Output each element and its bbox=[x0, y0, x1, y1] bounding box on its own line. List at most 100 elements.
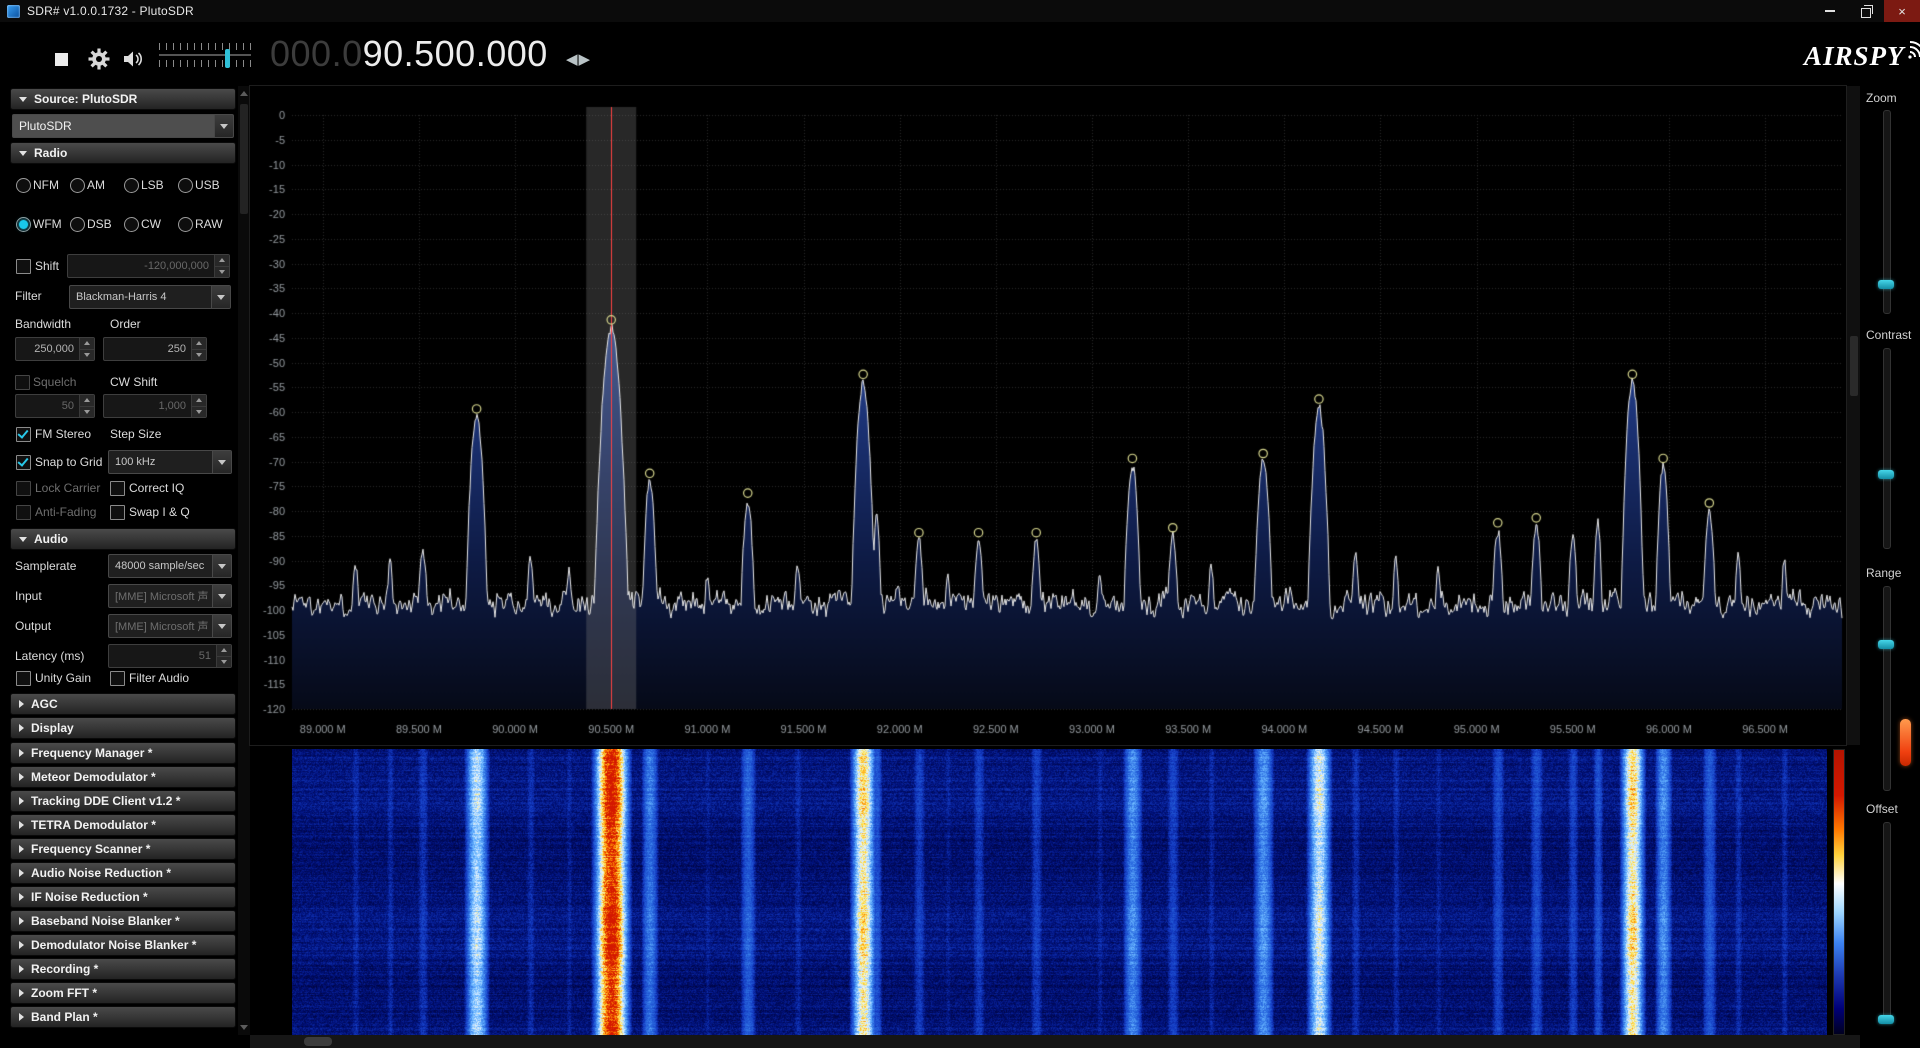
chevron-down-icon bbox=[211, 286, 230, 308]
spinner-buttons[interactable] bbox=[191, 338, 206, 360]
section-label: IF Noise Reduction * bbox=[31, 890, 148, 904]
filter-audio-checkbox[interactable] bbox=[110, 671, 125, 686]
mode-radio-cw[interactable] bbox=[124, 217, 139, 232]
section-demodulator-noise-blanker[interactable]: Demodulator Noise Blanker * bbox=[10, 934, 236, 956]
section-meteor-demodulator[interactable]: Meteor Demodulator * bbox=[10, 766, 236, 788]
squelch-input[interactable]: 50 bbox=[15, 394, 95, 418]
contrast-slider-thumb[interactable] bbox=[1878, 470, 1894, 479]
section-display[interactable]: Display bbox=[10, 717, 236, 739]
shift-checkbox[interactable] bbox=[16, 259, 31, 274]
mode-radio-dsb[interactable] bbox=[70, 217, 85, 232]
snap-to-grid-checkbox[interactable] bbox=[16, 455, 31, 470]
zoom-slider[interactable] bbox=[1883, 110, 1891, 314]
unity-gain-checkbox[interactable] bbox=[16, 671, 31, 686]
mode-radio-raw[interactable] bbox=[178, 217, 193, 232]
restore-button[interactable] bbox=[1848, 0, 1884, 22]
range-slider[interactable] bbox=[1883, 586, 1891, 791]
frequency-display[interactable]: 000.090.500.000 bbox=[270, 34, 548, 74]
mode-radio-wfm[interactable] bbox=[16, 217, 31, 232]
bandwidth-input[interactable]: 250,000 bbox=[15, 337, 95, 361]
step-size-select[interactable]: 100 kHz bbox=[108, 450, 232, 474]
offset-slider[interactable] bbox=[1883, 822, 1891, 1024]
section-baseband-noise-blanker[interactable]: Baseband Noise Blanker * bbox=[10, 910, 236, 932]
snap-to-grid-label: Snap to Grid bbox=[35, 456, 102, 469]
audio-mute-button[interactable] bbox=[123, 50, 145, 71]
squelch-checkbox[interactable] bbox=[15, 375, 30, 390]
order-input[interactable]: 250 bbox=[103, 337, 207, 361]
spinner-buttons[interactable] bbox=[216, 645, 231, 667]
section-label: Frequency Scanner * bbox=[31, 842, 150, 856]
lock-carrier-checkbox[interactable] bbox=[16, 481, 31, 496]
anti-fading-checkbox[interactable] bbox=[16, 505, 31, 520]
spinner-buttons[interactable] bbox=[214, 255, 229, 277]
expand-arrow-icon bbox=[19, 893, 24, 901]
filter-select[interactable]: Blackman-Harris 4 bbox=[69, 285, 231, 309]
cw-shift-input[interactable]: 1,000 bbox=[103, 394, 207, 418]
shift-label: Shift bbox=[35, 260, 59, 273]
spectrum-scrollbar[interactable] bbox=[1846, 86, 1861, 745]
spinner-buttons[interactable] bbox=[191, 395, 206, 417]
mode-radio-lsb[interactable] bbox=[124, 178, 139, 193]
audio-input-select[interactable]: [MME] Microsoft 声 bbox=[108, 584, 232, 608]
swap-iq-checkbox[interactable] bbox=[110, 505, 125, 520]
section-band-plan[interactable]: Band Plan * bbox=[10, 1006, 236, 1028]
range-slider-thumb[interactable] bbox=[1878, 640, 1894, 649]
sidebar-scrollbar[interactable] bbox=[238, 86, 250, 1035]
expand-arrow-icon bbox=[19, 821, 24, 829]
shift-input[interactable]: -120,000,000 bbox=[67, 254, 230, 278]
waterfall-scrollbar-thumb[interactable] bbox=[304, 1037, 332, 1046]
expand-arrow-icon bbox=[19, 700, 24, 708]
contrast-slider[interactable] bbox=[1883, 348, 1891, 549]
section-if-noise-reduction[interactable]: IF Noise Reduction * bbox=[10, 886, 236, 908]
section-label: Zoom FFT * bbox=[31, 986, 97, 1000]
spinner-buttons[interactable] bbox=[79, 395, 94, 417]
step-up-button[interactable]: ▶ bbox=[579, 51, 592, 68]
section-radio[interactable]: Radio bbox=[10, 142, 236, 164]
source-device-select[interactable]: PlutoSDR bbox=[12, 114, 234, 138]
expand-arrow-icon bbox=[19, 797, 24, 805]
settings-button[interactable] bbox=[88, 48, 110, 73]
waterfall-palette-legend bbox=[1833, 749, 1845, 1035]
waterfall-canvas[interactable] bbox=[292, 749, 1827, 1035]
minimize-button[interactable] bbox=[1812, 0, 1848, 22]
section-agc[interactable]: AGC bbox=[10, 693, 236, 715]
spinner-buttons[interactable] bbox=[79, 338, 94, 360]
section-tracking-dde-client[interactable]: Tracking DDE Client v1.2 * bbox=[10, 790, 236, 812]
correct-iq-checkbox[interactable] bbox=[110, 481, 125, 496]
mode-radio-am[interactable] bbox=[70, 178, 85, 193]
section-label: Audio Noise Reduction * bbox=[31, 866, 171, 880]
unity-gain-label: Unity Gain bbox=[35, 672, 91, 685]
fm-stereo-label: FM Stereo bbox=[35, 428, 91, 441]
section-source[interactable]: Source: PlutoSDR bbox=[10, 88, 236, 110]
fm-stereo-checkbox[interactable] bbox=[16, 427, 31, 442]
section-tetra-demodulator[interactable]: TETRA Demodulator * bbox=[10, 814, 236, 836]
samplerate-select[interactable]: 48000 sample/sec bbox=[108, 554, 232, 578]
expand-arrow-icon bbox=[19, 989, 24, 997]
waterfall-scrollbar[interactable] bbox=[250, 1035, 1860, 1048]
scrollbar-thumb[interactable] bbox=[240, 104, 248, 214]
volume-slider-thumb[interactable] bbox=[225, 49, 230, 68]
section-zoom-fft[interactable]: Zoom FFT * bbox=[10, 982, 236, 1004]
mode-radio-usb[interactable] bbox=[178, 178, 193, 193]
offset-slider-thumb[interactable] bbox=[1878, 1015, 1894, 1024]
spectrum-scrollbar-thumb[interactable] bbox=[1850, 336, 1858, 396]
audio-output-select[interactable]: [MME] Microsoft 声 bbox=[108, 614, 232, 638]
section-label: Meteor Demodulator * bbox=[31, 770, 156, 784]
stop-icon bbox=[55, 53, 68, 66]
mode-radio-nfm[interactable] bbox=[16, 178, 31, 193]
stop-button[interactable] bbox=[55, 53, 68, 66]
section-label: Recording * bbox=[31, 962, 98, 976]
section-frequency-scanner[interactable]: Frequency Scanner * bbox=[10, 838, 236, 860]
section-audio-noise-reduction[interactable]: Audio Noise Reduction * bbox=[10, 862, 236, 884]
section-audio[interactable]: Audio bbox=[10, 528, 236, 550]
scroll-up-icon bbox=[240, 91, 248, 96]
spectrum-canvas[interactable] bbox=[250, 86, 1846, 745]
section-label: Audio bbox=[34, 532, 68, 546]
volume-slider[interactable] bbox=[159, 43, 251, 75]
latency-input[interactable]: 51 bbox=[108, 644, 232, 668]
zoom-slider-thumb[interactable] bbox=[1878, 280, 1894, 289]
step-down-button[interactable]: ◀ bbox=[566, 51, 579, 68]
close-button[interactable]: × bbox=[1884, 0, 1920, 22]
section-recording[interactable]: Recording * bbox=[10, 958, 236, 980]
section-frequency-manager[interactable]: Frequency Manager * bbox=[10, 742, 236, 764]
